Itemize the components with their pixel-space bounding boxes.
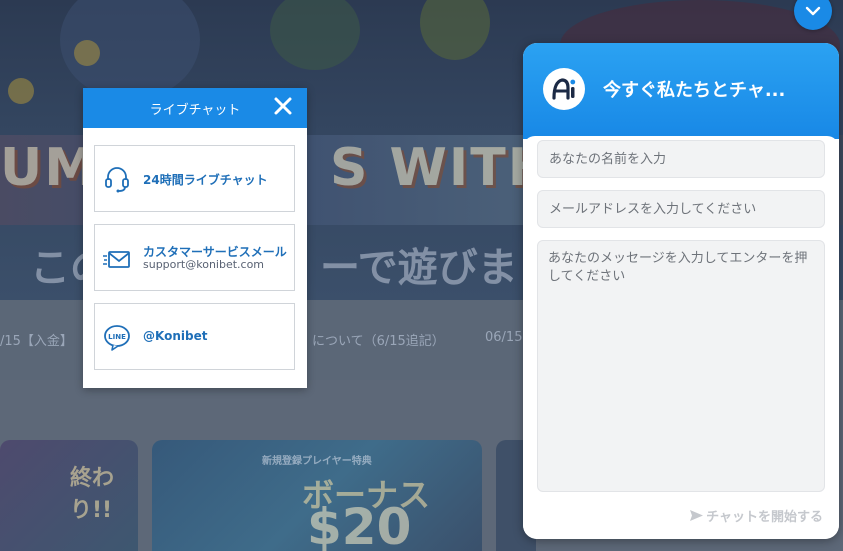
ai-logo-icon [543, 68, 585, 110]
start-chat-label: チャットを開始する [706, 510, 823, 525]
hero-art [420, 0, 490, 60]
promo-card[interactable]: 新規登録プレイヤー特典 ボーナス $20 [152, 440, 482, 551]
chat-widget: 今すぐ私たちとチャ... チャットを開始する [523, 43, 839, 539]
chevron-down-icon [805, 6, 821, 16]
chat-title: 今すぐ私たちとチャ... [603, 80, 786, 101]
headset-icon [103, 165, 131, 193]
news-item[interactable]: 06/15 [485, 330, 522, 345]
start-chat-button[interactable]: チャットを開始する [690, 506, 823, 525]
news-item[interactable]: について（6/15追記） [312, 330, 445, 349]
livechat-popup: ライブチャット 24時間ライブチャット カスタマーサービスメール support… [83, 88, 307, 388]
chat-header: 今すぐ私たちとチャ... [523, 43, 839, 139]
coin-graphic [74, 40, 100, 66]
hero-art [270, 0, 360, 70]
email-input[interactable] [537, 190, 825, 228]
close-icon[interactable] [271, 94, 295, 118]
coin-graphic [8, 78, 34, 104]
option-line[interactable]: LINE @Konibet [94, 303, 295, 370]
option-email[interactable]: カスタマーサービスメール support@konibet.com [94, 224, 295, 291]
popup-title: ライブチャット [149, 102, 241, 118]
promo-text: 新規登録プレイヤー特典 [262, 456, 372, 467]
message-textarea[interactable] [537, 240, 825, 492]
option-live-chat[interactable]: 24時間ライブチャット [94, 145, 295, 212]
name-input[interactable] [537, 140, 825, 178]
support-email: support@konibet.com [143, 258, 265, 271]
promo-text: $20 [307, 498, 412, 551]
line-icon: LINE [103, 323, 131, 351]
promo-text: 終わり!! [70, 466, 115, 523]
popup-header: ライブチャット [83, 88, 307, 128]
promo-card[interactable]: 終わり!! [0, 440, 138, 551]
option-label: 24時間ライブチャット [143, 173, 268, 187]
send-arrow-icon [690, 510, 704, 525]
option-label: @Konibet [143, 329, 208, 343]
svg-text:LINE: LINE [108, 333, 126, 341]
news-item[interactable]: /15【入金】 [0, 330, 73, 349]
mail-icon [103, 246, 131, 274]
chat-form: チャットを開始する [523, 136, 839, 539]
